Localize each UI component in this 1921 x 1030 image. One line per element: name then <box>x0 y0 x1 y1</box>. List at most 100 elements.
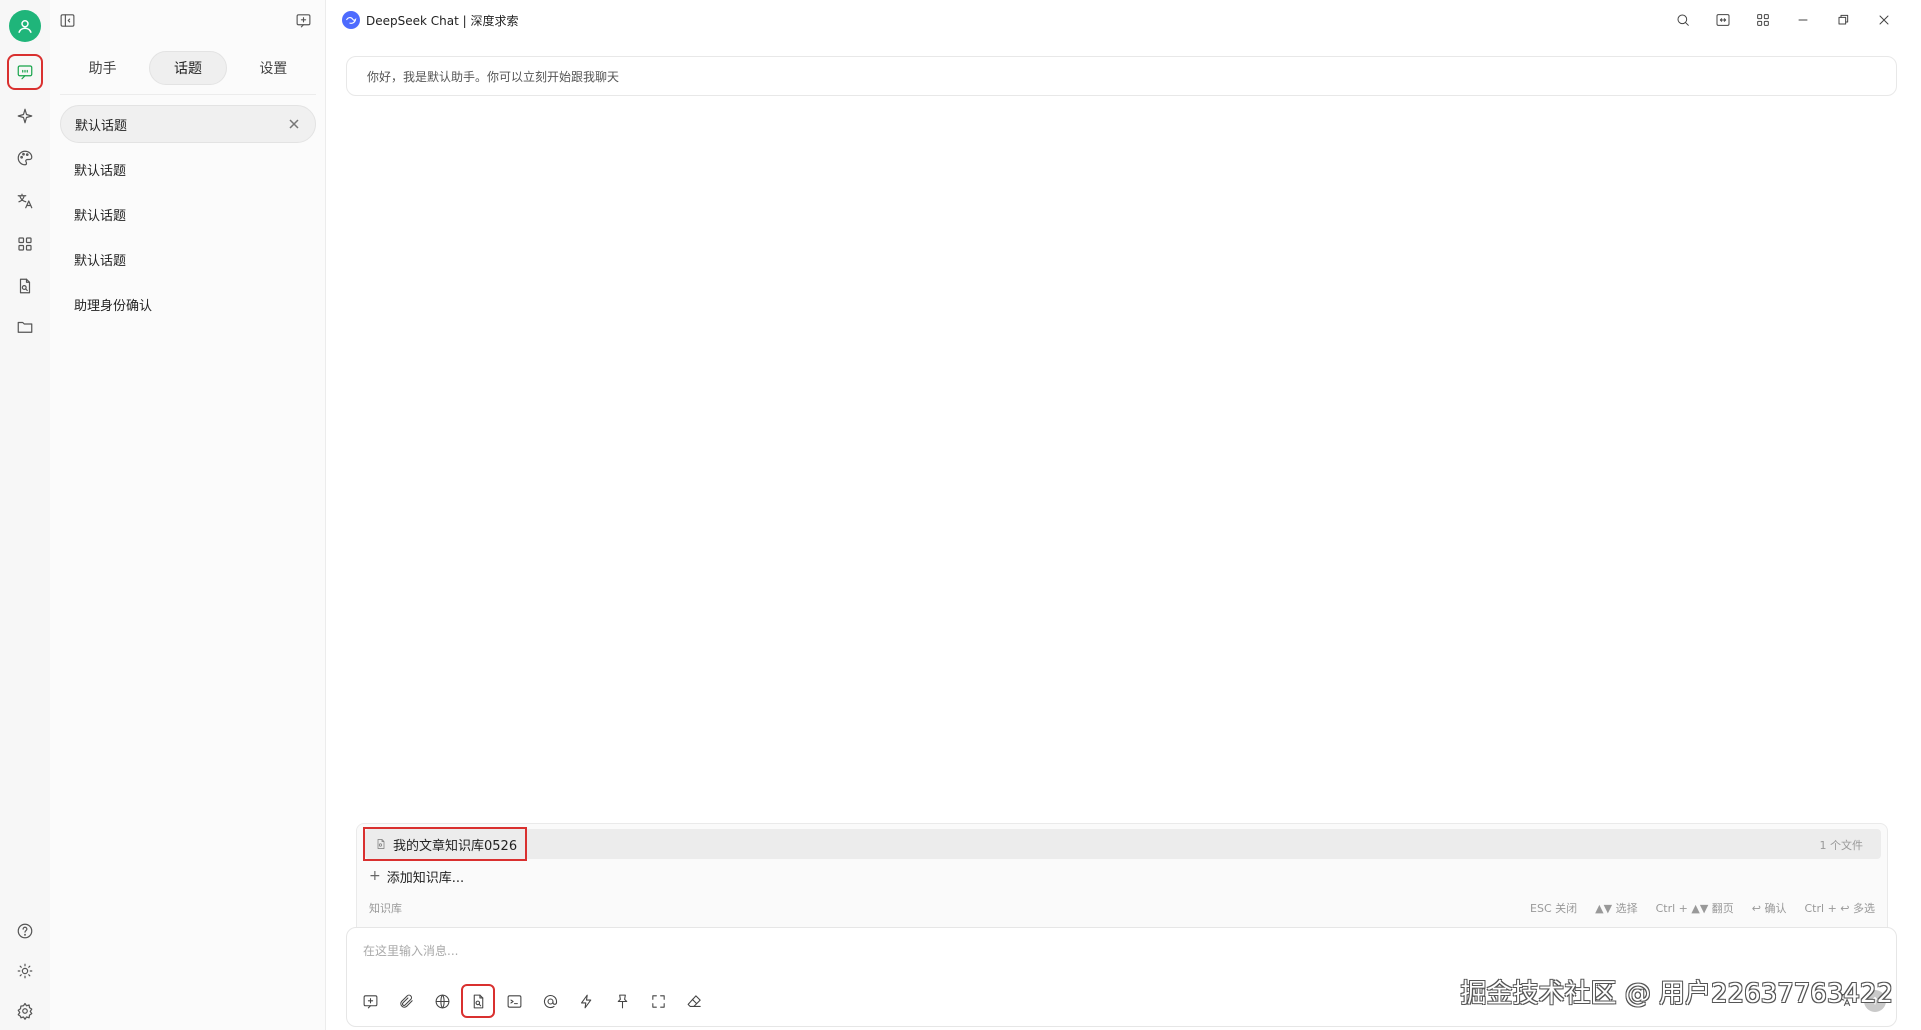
kb-file-count: 1 个文件 <box>1819 839 1864 852</box>
hint: Ctrl + ↩ 多选 <box>1804 902 1876 915</box>
welcome-message: 你好，我是默认助手。你可以立刻开始跟我聊天 <box>346 56 1897 96</box>
knowledge-base-button[interactable] <box>461 984 495 1018</box>
deepseek-logo-icon <box>342 11 360 29</box>
topic-label: 默认话题 <box>75 118 128 134</box>
hint: Ctrl + ▲▼ 翻页 <box>1655 902 1734 915</box>
restore-button[interactable] <box>1833 10 1853 30</box>
topic-item[interactable]: 助理身份确认 <box>60 285 316 323</box>
user-icon <box>18 20 32 33</box>
sparkle-icon <box>17 108 33 124</box>
file-search-icon <box>19 278 31 294</box>
pin-icon <box>617 994 627 1008</box>
tab-assistant[interactable]: 助手 <box>64 51 142 85</box>
nav-rail <box>0 0 50 1030</box>
mcp-button[interactable] <box>499 986 529 1016</box>
sun-icon <box>17 963 33 979</box>
tab-settings[interactable]: 设置 <box>234 51 312 85</box>
lightning-icon <box>580 994 591 1008</box>
eraser-icon <box>687 994 701 1007</box>
translate-nav-button[interactable] <box>9 185 41 217</box>
narrow-mode-button[interactable] <box>1713 10 1733 30</box>
plus-icon: + <box>369 868 381 884</box>
model-title[interactable]: DeepSeek Chat | 深度求索 <box>366 12 519 29</box>
new-topic-button[interactable] <box>293 10 313 30</box>
grid-icon <box>1757 14 1769 26</box>
kb-item-selected[interactable]: 我的文章知识库0526 <box>362 827 528 861</box>
hint: ↩ 确认 <box>1751 902 1787 915</box>
topic-item[interactable]: 默认话题 <box>60 105 316 143</box>
kb-section-label: 知识库 <box>369 902 402 915</box>
knowledge-nav-button[interactable] <box>9 270 41 302</box>
minimize-button[interactable] <box>1793 10 1813 30</box>
tabs-divider <box>60 94 316 95</box>
tab-topics[interactable]: 话题 <box>148 51 227 85</box>
kb-item-label: 我的文章知识库0526 <box>393 838 518 854</box>
kb-list-row[interactable]: 我的文章知识库0526 1 个文件 <box>362 827 1881 861</box>
sidebar-tabs: 助手 话题 设置 <box>60 50 316 86</box>
restore-icon <box>1838 14 1849 25</box>
app-window: 助手 话题 设置 默认话题 默认话题 默认话题 默认话题 助理身份确认 Deep… <box>0 0 1921 1030</box>
search-button[interactable] <box>1673 10 1693 30</box>
narrow-mode-icon <box>1716 14 1730 26</box>
kb-keyboard-hints: ESC 关闭 ▲▼ 选择 Ctrl + ▲▼ 翻页 ↩ 确认 Ctrl + ↩ … <box>1530 900 1875 916</box>
sidebar-collapse-icon <box>60 13 74 27</box>
user-avatar[interactable] <box>9 10 41 42</box>
add-kb-button[interactable]: + 添加知识库... <box>369 864 464 888</box>
attach-button[interactable] <box>391 986 421 1016</box>
translate-icon <box>17 193 33 209</box>
close-icon <box>1879 15 1889 25</box>
file-search-icon <box>473 994 483 1008</box>
watermark: 掘金技术社区 @ 用户22637763422 <box>1460 979 1894 1009</box>
terminal-icon <box>507 994 521 1008</box>
sidebar-toolbar <box>50 0 326 40</box>
grid-icon <box>18 237 32 251</box>
close-window-button[interactable] <box>1874 10 1894 30</box>
palette-icon <box>17 150 33 166</box>
topic-item[interactable]: 默认话题 <box>60 195 316 233</box>
chat-main: DeepSeek Chat | 深度求索 你好，我是默认助手。你可以立刻开始跟我… <box>326 0 1921 1030</box>
new-chat-icon <box>363 994 377 1008</box>
title-bar: DeepSeek Chat | 深度求索 <box>326 0 1921 40</box>
chat-nav-button[interactable] <box>7 54 43 90</box>
topic-label: 默认话题 <box>74 208 127 224</box>
file-search-icon <box>377 839 385 849</box>
new-chat-icon <box>296 13 310 27</box>
minapp-button[interactable] <box>1753 10 1773 30</box>
agents-nav-button[interactable] <box>9 100 41 132</box>
message-input[interactable]: 在这里输入消息... <box>363 942 458 959</box>
toggle-sidebar-button[interactable] <box>57 10 77 30</box>
chat-icon <box>17 65 33 80</box>
mention-model-button[interactable] <box>535 986 565 1016</box>
hint: ▲▼ 选择 <box>1595 902 1638 915</box>
hint: ESC 关闭 <box>1530 902 1578 915</box>
pin-button[interactable] <box>607 986 637 1016</box>
input-toolbar <box>355 984 715 1018</box>
settings-nav-button[interactable] <box>9 995 41 1027</box>
search-icon <box>1677 14 1689 26</box>
topic-item[interactable]: 默认话题 <box>60 240 316 278</box>
topic-item[interactable]: 默认话题 <box>60 150 316 188</box>
expand-button[interactable] <box>643 986 673 1016</box>
at-icon <box>543 994 557 1008</box>
close-icon[interactable] <box>287 117 301 131</box>
quick-phrase-button[interactable] <box>571 986 601 1016</box>
globe-icon <box>435 994 449 1008</box>
topic-sidebar: 助手 话题 设置 默认话题 默认话题 默认话题 默认话题 助理身份确认 <box>50 0 326 1030</box>
files-nav-button[interactable] <box>9 311 41 343</box>
gear-icon <box>17 1002 33 1020</box>
web-search-button[interactable] <box>427 986 457 1016</box>
apps-nav-button[interactable] <box>9 228 41 260</box>
clear-button[interactable] <box>679 986 709 1016</box>
paint-nav-button[interactable] <box>9 142 41 174</box>
theme-toggle-button[interactable] <box>9 955 41 987</box>
new-topic-tool-button[interactable] <box>355 986 385 1016</box>
topic-label: 默认话题 <box>74 253 127 269</box>
knowledge-popover: 我的文章知识库0526 1 个文件 + 添加知识库... 知识库 ESC 关闭 … <box>356 823 1888 928</box>
help-nav-button[interactable] <box>9 915 41 947</box>
add-kb-label: 添加知识库... <box>386 870 465 886</box>
topic-list: 默认话题 默认话题 默认话题 默认话题 助理身份确认 <box>60 105 316 330</box>
minimize-icon <box>1798 19 1808 21</box>
paperclip-icon <box>399 994 413 1008</box>
help-icon <box>17 923 33 939</box>
folder-icon <box>17 321 33 333</box>
